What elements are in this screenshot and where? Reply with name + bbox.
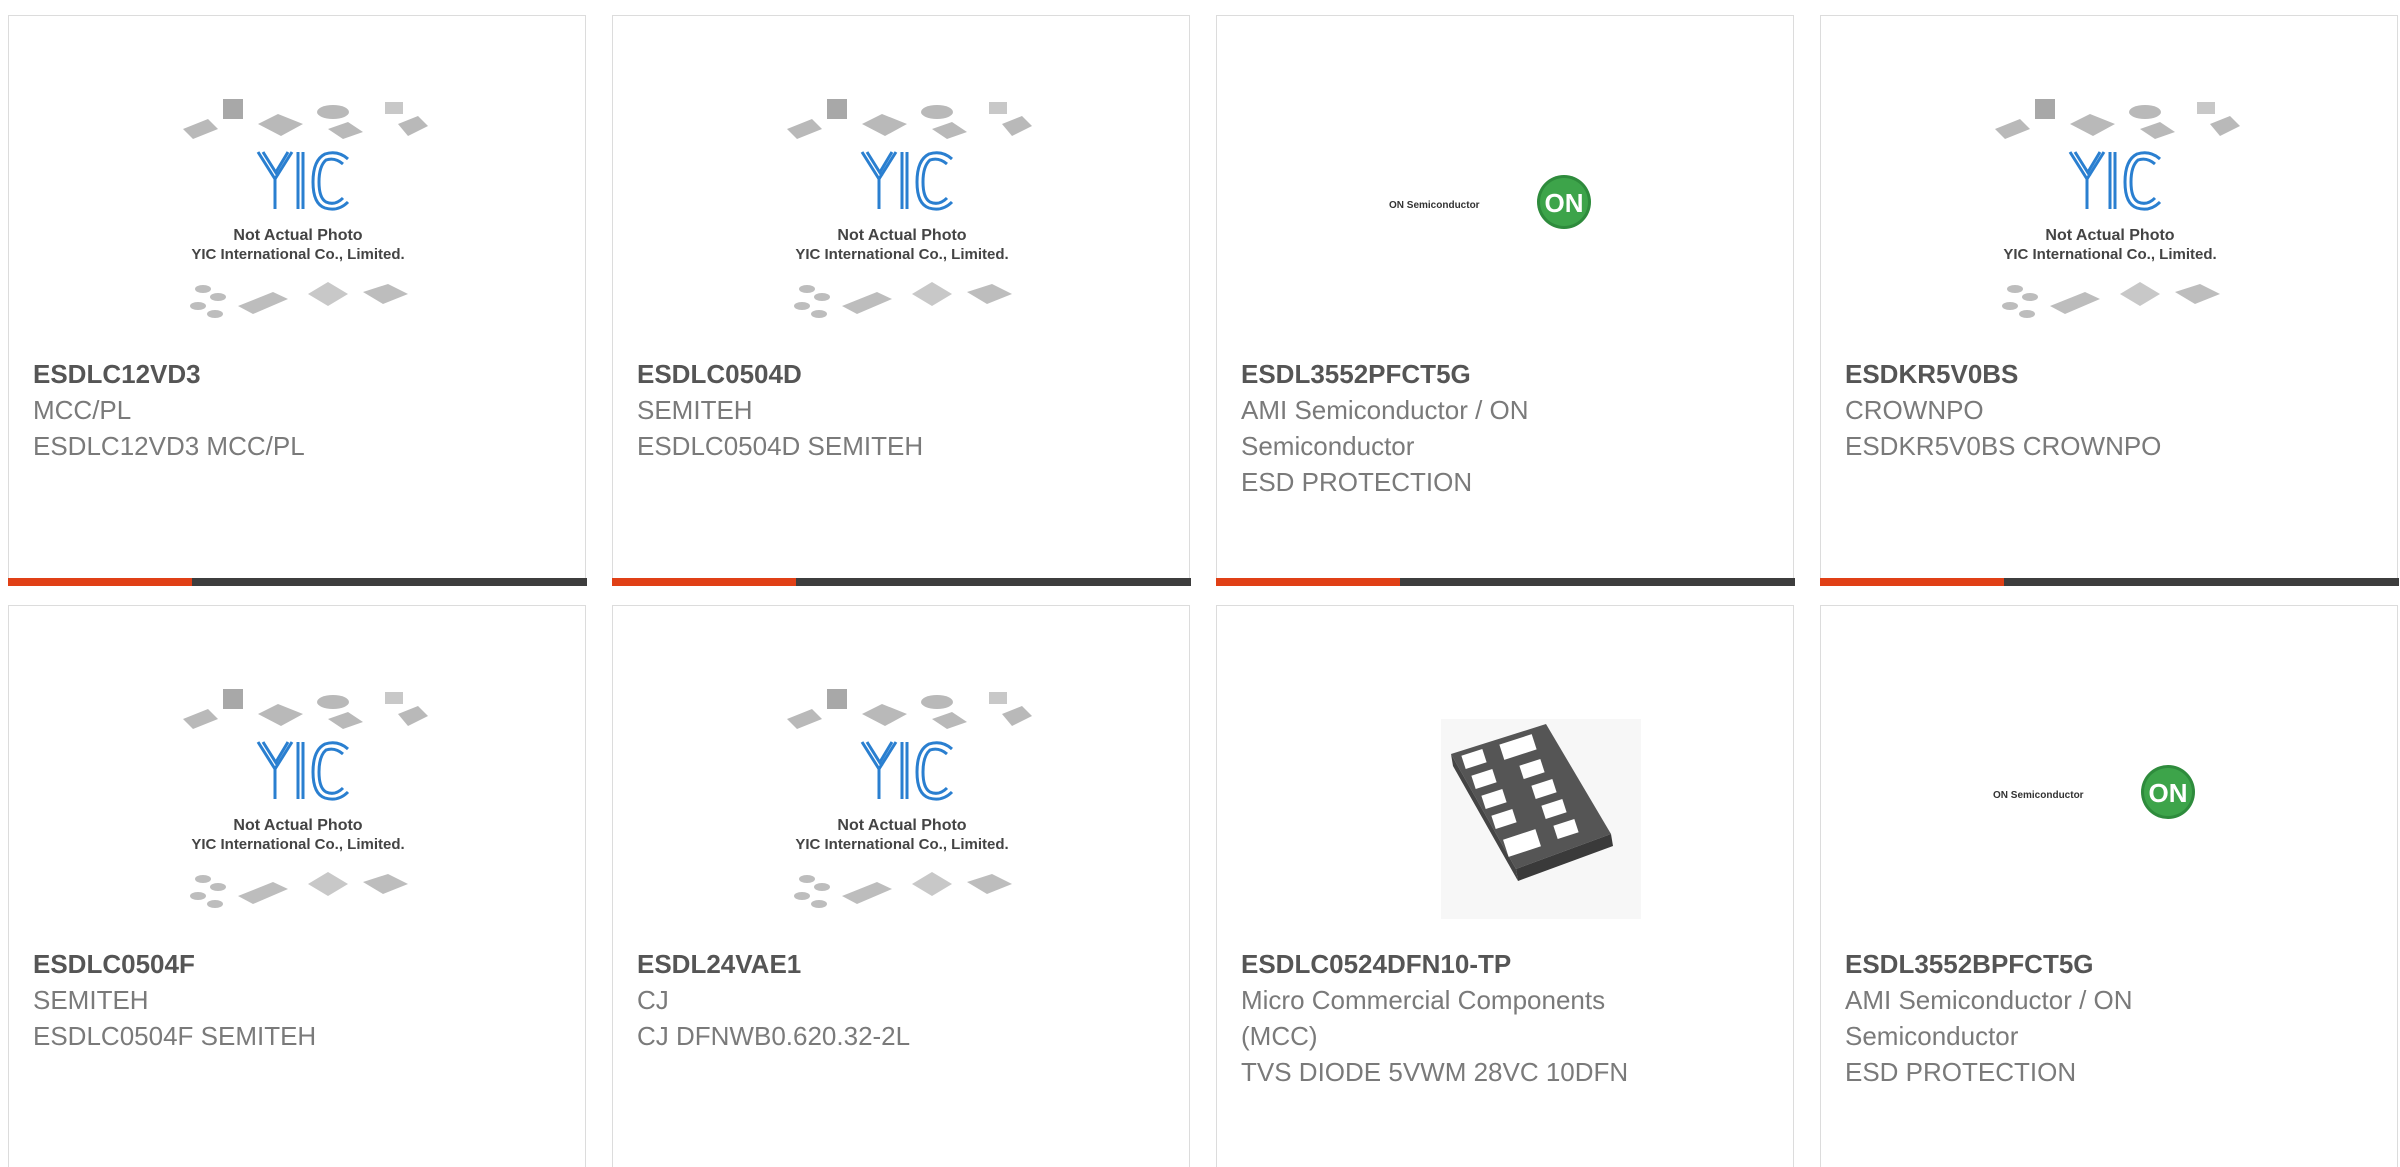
product-card[interactable]: ON Semiconductor ON ESDL3552PFCT5G AMI S… (1215, 15, 1795, 586)
description: ESDLC0504F SEMITEH (33, 1021, 317, 1051)
product-image-placeholder[interactable]: Not Actual Photo YIC International Co., … (613, 94, 1191, 364)
product-card[interactable]: Not Actual Photo YIC International Co., … (7, 15, 587, 586)
product-info: ESDL3552BPFCT5G AMI Semiconductor / ON S… (1845, 946, 2265, 1090)
product-card[interactable]: ON Semiconductor ON ESDL3552BPFCT5G AMI … (1820, 605, 2398, 1167)
product-info: ESDL24VAE1 CJ CJ DFNWB0.620.32-2L (637, 946, 1057, 1054)
on-badge-text: ON (1545, 188, 1584, 218)
description: TVS DIODE 5VWM 28VC 10DFN (1241, 1057, 1629, 1087)
manufacturer: SEMITEH (33, 985, 149, 1015)
product-card[interactable]: Not Actual Photo YIC International Co., … (611, 15, 1191, 586)
on-semi-text: ON Semiconductor (1389, 200, 1480, 211)
on-semi-logo-image[interactable]: ON Semiconductor ON (1217, 94, 1795, 364)
card-footer-bar (611, 577, 1191, 586)
manufacturer: AMI Semiconductor / ON (1845, 985, 2133, 1015)
product-image-placeholder[interactable]: Not Actual Photo YIC International Co., … (1821, 94, 2399, 364)
description: ESD PROTECTION (1241, 467, 1473, 497)
product-info: ESDLC0504F SEMITEH ESDLC0504F SEMITEH (33, 946, 453, 1054)
part-number[interactable]: ESDL3552PFCT5G (1241, 356, 1661, 392)
card-footer-bar (1819, 577, 2399, 586)
manufacturer: AMI Semiconductor / ON (1241, 395, 1529, 425)
product-info: ESDL3552PFCT5G AMI Semiconductor / ON Se… (1241, 356, 1661, 500)
manufacturer: Micro Commercial Components (1241, 985, 1606, 1015)
part-number[interactable]: ESDLC0504D (637, 356, 1057, 392)
on-badge-text: ON (2149, 778, 2188, 808)
product-info: ESDLC12VD3 MCC/PL ESDLC12VD3 MCC/PL (33, 356, 453, 464)
dfn-package-photo[interactable] (1217, 684, 1795, 954)
product-image-placeholder[interactable]: Not Actual Photo YIC International Co., … (9, 94, 587, 364)
manufacturer-cont: Semiconductor (1845, 1021, 2019, 1051)
yic-company-text: YIC International Co., Limited. (191, 246, 404, 263)
part-number[interactable]: ESDL3552BPFCT5G (1845, 946, 2265, 982)
not-actual-photo-text: Not Actual Photo (837, 227, 966, 244)
product-info: ESDKR5V0BS CROWNPO ESDKR5V0BS CROWNPO (1845, 356, 2265, 464)
not-actual-photo-text: Not Actual Photo (2045, 227, 2174, 244)
card-footer-bar (7, 577, 587, 586)
product-image-placeholder[interactable]: Not Actual Photo YIC International Co., … (613, 684, 1191, 954)
part-number[interactable]: ESDL24VAE1 (637, 946, 1057, 982)
yic-company-text: YIC International Co., Limited. (2003, 246, 2216, 263)
product-image-placeholder[interactable]: Not Actual Photo YIC International Co., … (9, 684, 587, 954)
manufacturer: CROWNPO (1845, 395, 1984, 425)
manufacturer: SEMITEH (637, 395, 753, 425)
on-semi-logo-image[interactable]: ON Semiconductor ON (1821, 684, 2399, 954)
not-actual-photo-text: Not Actual Photo (837, 817, 966, 834)
product-card[interactable]: Not Actual Photo YIC International Co., … (8, 605, 586, 1167)
part-number[interactable]: ESDLC0524DFN10-TP (1241, 946, 1661, 982)
yic-company-text: YIC International Co., Limited. (795, 246, 1008, 263)
manufacturer-cont: (MCC) (1241, 1021, 1318, 1051)
description: CJ DFNWB0.620.32-2L (637, 1021, 911, 1051)
not-actual-photo-text: Not Actual Photo (233, 227, 362, 244)
description: ESD PROTECTION (1845, 1057, 2077, 1087)
part-number[interactable]: ESDLC0504F (33, 946, 453, 982)
product-info: ESDLC0524DFN10-TP Micro Commercial Compo… (1241, 946, 1661, 1090)
product-card[interactable]: Not Actual Photo YIC International Co., … (1819, 15, 2399, 586)
description: ESDLC12VD3 MCC/PL (33, 431, 305, 461)
on-semi-text: ON Semiconductor (1993, 790, 2084, 801)
not-actual-photo-text: Not Actual Photo (233, 817, 362, 834)
card-footer-bar (1215, 577, 1795, 586)
manufacturer-cont: Semiconductor (1241, 431, 1415, 461)
product-grid: Not Actual Photo YIC International Co., … (0, 0, 2400, 1167)
manufacturer: CJ (637, 985, 669, 1015)
part-number[interactable]: ESDKR5V0BS (1845, 356, 2265, 392)
description: ESDLC0504D SEMITEH (637, 431, 924, 461)
description: ESDKR5V0BS CROWNPO (1845, 431, 2162, 461)
yic-company-text: YIC International Co., Limited. (795, 836, 1008, 853)
product-info: ESDLC0504D SEMITEH ESDLC0504D SEMITEH (637, 356, 1057, 464)
yic-company-text: YIC International Co., Limited. (191, 836, 404, 853)
part-number[interactable]: ESDLC12VD3 (33, 356, 453, 392)
product-card[interactable]: Not Actual Photo YIC International Co., … (612, 605, 1190, 1167)
product-card[interactable]: ESDLC0524DFN10-TP Micro Commercial Compo… (1216, 605, 1794, 1167)
manufacturer: MCC/PL (33, 395, 132, 425)
